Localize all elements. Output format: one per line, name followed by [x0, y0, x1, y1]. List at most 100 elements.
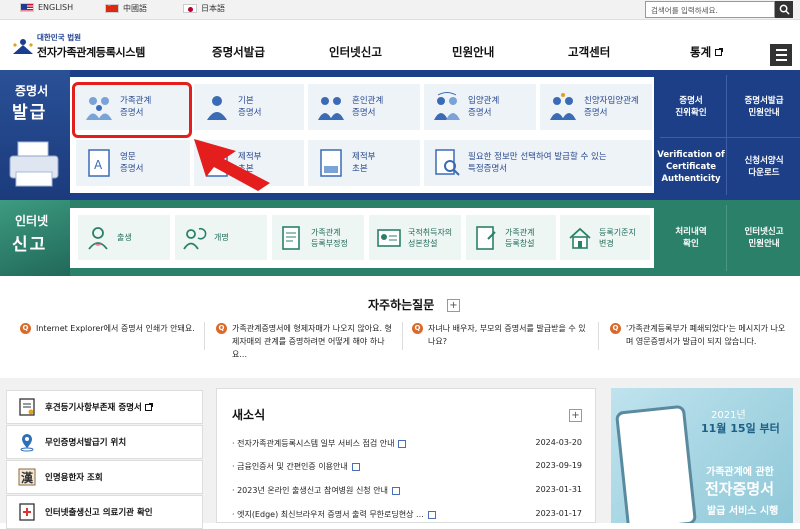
faq-item[interactable]: Q '가족관계등록부가 폐쇄되었다'는 메시지가 나오며 영문증명서가 발급이 되…: [610, 322, 790, 348]
svg-text:A: A: [94, 158, 103, 172]
highlight-box: [72, 82, 192, 138]
adoption-icon: [434, 92, 460, 120]
tile-full-adoption-cert[interactable]: 친양자입양관계 증명서: [540, 84, 652, 130]
external-link-icon: [715, 48, 724, 56]
tile-domicile-change[interactable]: 등록기준지 변경: [560, 215, 650, 260]
certificate-doc-icon: [19, 398, 35, 416]
banner-line1: 가족관계에 관한: [706, 467, 774, 478]
document-icon: [351, 462, 360, 471]
link-form-download[interactable]: 신청서양식 다운로드: [728, 144, 800, 190]
news-more-button[interactable]: +: [569, 409, 582, 422]
quick-link-label: 인터넷출생신고 의료기관 확인: [45, 508, 153, 518]
quick-link-name-hanja[interactable]: 漢 인명용한자 조회: [6, 460, 203, 494]
site-title[interactable]: 전자가족관계등록시스템: [37, 44, 145, 60]
language-japanese[interactable]: 日本語: [183, 3, 225, 14]
red-arrow-icon: [194, 139, 270, 191]
edit-document-icon: [282, 225, 300, 250]
tile-label: 혼인관계 증명서: [352, 96, 384, 118]
tile-specific-cert[interactable]: 필요한 정보만 선택하여 발급할 수 있는 특정증명서: [424, 140, 652, 186]
faq-title: 자주하는질문: [368, 298, 435, 312]
nav-civil-guide[interactable]: 민원안내: [452, 44, 494, 60]
tile-label: 영문 증명서: [120, 152, 144, 174]
phone-illustration: [614, 404, 698, 523]
tile-label: 친양자입양관계 증명서: [584, 96, 639, 118]
nav-internet-report[interactable]: 인터넷신고: [329, 44, 382, 60]
news-item[interactable]: · 금융인증서 및 간편인증 이용안내 2023-09-19: [232, 461, 582, 472]
news-item[interactable]: · 전자가족관계등록시스템 일부 서비스 점검 안내 2024-03-20: [232, 438, 582, 449]
quick-link-kiosk-location[interactable]: 무인증명서발급기 위치: [6, 425, 203, 459]
quick-link-label: 무인증명서발급기 위치: [45, 438, 127, 448]
divider: [402, 322, 403, 350]
tile-label: 필요한 정보만 선택하여 발급할 수 있는 특정증명서: [468, 152, 607, 174]
svg-text:漢: 漢: [21, 470, 34, 485]
faq-item[interactable]: Q Internet Explorer에서 증명서 인쇄가 안돼요.: [20, 322, 200, 335]
language-label: ENGLISH: [38, 3, 74, 12]
faq-text: 가족관계증명서에 형제자매가 나오지 않아요. 형제자매의 관계를 증명하려면 …: [232, 324, 392, 359]
tile-marriage-cert[interactable]: 혼인관계 증명서: [308, 84, 420, 130]
printer-icon: [9, 141, 59, 187]
quick-link-label: 후견등기사항부존재 증명서: [45, 403, 142, 413]
menu-button[interactable]: [770, 44, 792, 66]
tile-name-change[interactable]: 개명: [175, 215, 267, 260]
tile-english-cert[interactable]: A 영문 증명서: [76, 140, 190, 186]
news-item[interactable]: · 엣지(Edge) 최신브라우저 증명서 출력 무한로딩현상 ... 2023-…: [232, 509, 582, 520]
faq-text: Internet Explorer에서 증명서 인쇄가 안돼요.: [36, 324, 195, 333]
news-title: 새소식: [232, 408, 266, 422]
divider: [726, 205, 727, 271]
tile-removed-register-abstract[interactable]: 제적부 초본: [308, 140, 420, 186]
china-flag-icon: [105, 4, 119, 13]
banner-line2: 전자증명서: [705, 480, 775, 498]
news-date: 2023-01-17: [535, 509, 583, 518]
japan-flag-icon: [183, 4, 197, 13]
divider: [726, 75, 727, 195]
tile-register-creation[interactable]: 가족관계 등록창설: [466, 215, 556, 260]
quick-link-birth-hospital[interactable]: 인터넷출생신고 의료기관 확인: [6, 495, 203, 529]
nav-certificate[interactable]: 증명서발급: [212, 44, 265, 60]
news-panel: [216, 388, 596, 523]
tile-label: 국적취득자의 성본창설: [408, 227, 453, 248]
news-date: 2023-01-31: [535, 485, 583, 494]
report-side-label: 인터넷: [15, 214, 49, 228]
stamp-document-icon: [320, 149, 342, 177]
document-icon: [398, 439, 407, 448]
us-flag-icon: [20, 3, 34, 12]
faq-more-button[interactable]: +: [447, 299, 460, 312]
faq-text: '가족관계등록부가 폐쇄되었다'는 메시지가 나오며 영문증명서가 발급이 되지…: [626, 324, 786, 346]
court-logo-icon[interactable]: [10, 36, 36, 56]
faq-item[interactable]: Q 가족관계증명서에 형제자매가 나오지 않아요. 형제자매의 관계를 증명하려면…: [216, 322, 396, 361]
tile-birth[interactable]: 출생: [78, 215, 170, 260]
tile-label: 출생: [117, 233, 132, 242]
news-date: 2024-03-20: [535, 438, 583, 447]
language-english[interactable]: ENGLISH: [20, 3, 73, 12]
e-certificate-banner[interactable]: 2021년 11월 15일 부터 가족관계에 관한 전자증명서 발급 서비스 시…: [611, 388, 793, 523]
report-side-title: 신고: [12, 235, 48, 255]
language-chinese[interactable]: 中國語: [105, 3, 147, 14]
news-item[interactable]: · 2023년 온라인 출생신고 참여병원 신청 안내 2023-01-31: [232, 485, 582, 496]
quick-link-guardianship-cert[interactable]: 후견등기사항부존재 증명서: [6, 390, 203, 424]
link-process-history[interactable]: 처리내역 확인: [656, 215, 726, 261]
search-input[interactable]: 검색어를 입력하세요.: [645, 1, 775, 18]
divider: [660, 137, 800, 138]
question-icon: Q: [216, 323, 227, 334]
baby-icon: [88, 226, 108, 250]
tile-label: 기본 증명서: [238, 96, 262, 118]
language-label: 中國語: [123, 4, 147, 13]
search-icon: [779, 4, 790, 15]
quick-link-label: 인명용한자 조회: [45, 473, 103, 483]
logo-subtitle: 대한민국 법원: [37, 33, 82, 42]
link-cert-civil-guide[interactable]: 증명서발급 민원안내: [728, 84, 800, 130]
link-cert-verification[interactable]: 증명서 진위확인: [656, 84, 726, 130]
link-verification-english[interactable]: Verification of Certificate Authenticity: [656, 144, 726, 190]
link-report-civil-guide[interactable]: 인터넷신고 민원안내: [728, 215, 800, 261]
tile-basic-cert[interactable]: 기본 증명서: [194, 84, 304, 130]
banner-year: 2021년: [711, 410, 746, 421]
certificate-side-label: 증명서: [15, 84, 49, 98]
faq-text: 자녀나 배우자, 부모의 증명서를 발급받을 수 있나요?: [428, 324, 586, 346]
search-button[interactable]: [775, 1, 793, 18]
nav-statistics[interactable]: 통계: [690, 44, 724, 60]
faq-item[interactable]: Q 자녀나 배우자, 부모의 증명서를 발급받을 수 있나요?: [412, 322, 592, 348]
tile-register-correction[interactable]: 가족관계 등록부정정: [272, 215, 364, 260]
tile-adoption-cert[interactable]: 입양관계 증명서: [424, 84, 536, 130]
nav-customer-center[interactable]: 고객센터: [568, 44, 610, 60]
tile-naturalized-surname[interactable]: 국적취득자의 성본창설: [369, 215, 461, 260]
